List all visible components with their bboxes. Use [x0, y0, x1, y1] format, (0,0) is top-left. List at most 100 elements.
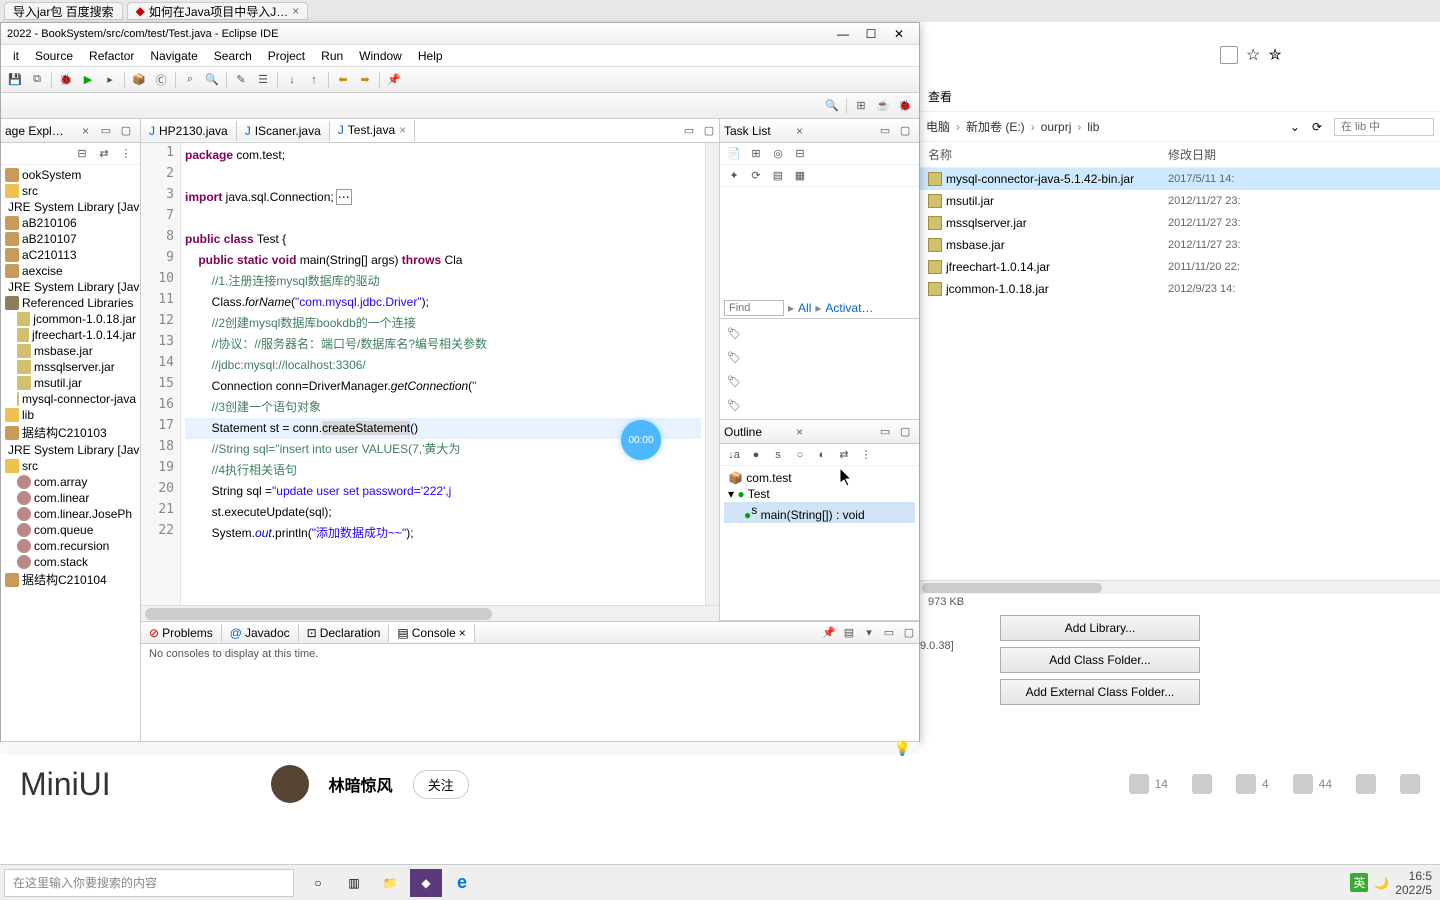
file-row[interactable]: mysql-connector-java-5.1.42-bin.jar2017/… — [920, 168, 1440, 190]
tab-javadoc[interactable]: @Javadoc — [222, 624, 299, 642]
minimize-icon[interactable]: ▭ — [879, 623, 899, 643]
chevron-right-icon[interactable]: ▸ — [815, 301, 821, 315]
maximize-icon[interactable]: ▢ — [899, 623, 919, 643]
close-icon[interactable]: × — [399, 123, 406, 137]
scrollbar-horizontal[interactable] — [141, 605, 719, 621]
tree-package[interactable]: com.queue — [1, 522, 140, 538]
tree-jre[interactable]: JRE System Library [Java — [1, 442, 140, 458]
tip-bulb-icon[interactable]: 💡 — [894, 740, 911, 757]
outline-tab[interactable]: Outline — [724, 425, 793, 439]
debug-perspective-icon[interactable]: 🐞 — [895, 96, 915, 116]
tray-date[interactable]: 2022/5 — [1395, 883, 1432, 897]
next-annotation-icon[interactable]: ↓ — [282, 70, 302, 90]
quick-access-icon[interactable]: 🔍 — [822, 96, 842, 116]
tree-jar[interactable]: msutil.jar — [1, 375, 140, 391]
close-icon[interactable]: × — [459, 626, 466, 640]
back-icon[interactable]: ⬅ — [333, 70, 353, 90]
pin-console-icon[interactable]: 📌 — [819, 623, 839, 643]
tasklist-activate-link[interactable]: Activat… — [825, 301, 873, 315]
maximize-icon[interactable]: ▢ — [895, 121, 915, 141]
open-type-icon[interactable]: ⌕ — [180, 70, 200, 90]
fe-view-menu[interactable]: 查看 — [928, 88, 952, 105]
tab-declaration[interactable]: ⊡Declaration — [299, 624, 390, 642]
view-tab-label[interactable]: age Expl… — [5, 124, 79, 138]
tag-icon[interactable]: 🏷 — [724, 323, 744, 343]
tag-icon[interactable]: 🏷 — [724, 371, 744, 391]
comment-button[interactable]: 4 — [1236, 774, 1269, 794]
collapse-all-icon[interactable]: ⊟ — [72, 144, 92, 164]
minimize-icon[interactable]: ▭ — [875, 422, 895, 442]
tag-icon[interactable]: 🏷 — [724, 395, 744, 415]
title-bar[interactable]: 2022 - BookSystem/src/com/test/Test.java… — [1, 23, 919, 45]
app-icon[interactable]: ◆ — [410, 869, 442, 897]
categorize-icon[interactable]: ⊞ — [746, 144, 766, 164]
minimize-button[interactable]: — — [829, 25, 857, 43]
view-icon[interactable]: ▤ — [768, 166, 788, 186]
save-all-icon[interactable]: ⧉ — [27, 70, 47, 90]
package-tree[interactable]: ookSystem src JRE System Library [Java a… — [1, 165, 140, 741]
line-gutter[interactable]: 1 2 3 7 8 9 10 11 12 13 14 15 16 — [141, 143, 181, 605]
tree-project[interactable]: aexcise — [1, 263, 140, 279]
menu-refactor[interactable]: Refactor — [81, 47, 142, 65]
new-class-icon[interactable]: Ⓒ — [151, 70, 171, 90]
file-row[interactable]: msbase.jar2012/11/27 23: — [920, 234, 1440, 256]
menu-help[interactable]: Help — [410, 47, 451, 65]
tasklist-tab[interactable]: Task List — [724, 124, 793, 138]
file-row[interactable]: msutil.jar2012/11/27 23: — [920, 190, 1440, 212]
editor-tab[interactable]: JIScaner.java — [237, 121, 330, 141]
sync-icon[interactable]: ⟳ — [746, 166, 766, 186]
star-outline-icon[interactable]: ☆ — [1246, 45, 1260, 65]
outline-package[interactable]: 📦 com.test — [724, 470, 915, 486]
author-name[interactable]: 林暗惊风 — [329, 772, 393, 796]
tree-project[interactable]: aB210106 — [1, 215, 140, 231]
follow-button[interactable]: 关注 — [413, 770, 469, 799]
toggle-mark-icon[interactable]: ✎ — [231, 70, 251, 90]
tree-jar[interactable]: jfreechart-1.0.14.jar — [1, 327, 140, 343]
author-avatar[interactable] — [271, 765, 309, 803]
close-icon[interactable]: × — [793, 425, 806, 439]
coin-button[interactable] — [1356, 774, 1376, 794]
tasklist-find-input[interactable] — [724, 300, 784, 316]
hide-local-icon[interactable]: ◐ — [812, 445, 832, 465]
outline-method[interactable]: ●s main(String[]) : void — [724, 502, 915, 523]
tree-lib[interactable]: lib — [1, 407, 140, 423]
maximize-icon[interactable]: ▢ — [699, 121, 719, 141]
editor-tab[interactable]: JHP2130.java — [141, 121, 237, 141]
collapse-icon[interactable]: ⊟ — [790, 144, 810, 164]
chevron-down-icon[interactable]: ⌄ — [1290, 120, 1300, 134]
tree-package[interactable]: com.linear — [1, 490, 140, 506]
breadcrumb-drive[interactable]: 新加卷 (E:) — [966, 118, 1025, 135]
open-perspective-icon[interactable]: ⊞ — [851, 96, 871, 116]
close-button[interactable]: ✕ — [885, 25, 913, 43]
hide-nonpublic-icon[interactable]: ○ — [790, 445, 810, 465]
tree-project[interactable]: aB210107 — [1, 231, 140, 247]
add-external-class-folder-button[interactable]: Add External Class Folder... — [1000, 679, 1200, 705]
tasklist-all-link[interactable]: All — [798, 301, 811, 315]
chevron-right-icon[interactable]: ▸ — [788, 301, 794, 315]
focus-icon[interactable]: ◎ — [768, 144, 788, 164]
prev-annotation-icon[interactable]: ↑ — [304, 70, 324, 90]
view-menu-icon[interactable]: ⋮ — [116, 144, 136, 164]
editor-tab-active[interactable]: JTest.java× — [330, 120, 415, 142]
save-icon[interactable]: 💾 — [5, 70, 25, 90]
tree-package[interactable]: com.linear.JosePh — [1, 506, 140, 522]
tree-project[interactable]: aC210113 — [1, 247, 140, 263]
hide-static-icon[interactable]: s — [768, 445, 788, 465]
task-view-icon[interactable]: ▥ — [338, 869, 370, 897]
tray-time[interactable]: 16:5 — [1395, 869, 1432, 883]
tree-package[interactable]: com.recursion — [1, 538, 140, 554]
night-mode-icon[interactable]: 🌙 — [1374, 876, 1389, 890]
close-icon[interactable]: × — [79, 124, 92, 138]
search-icon[interactable]: 🔍 — [202, 70, 222, 90]
dislike-button[interactable] — [1192, 774, 1212, 794]
edge-icon[interactable]: e — [446, 869, 478, 897]
tab-problems[interactable]: ⊘Problems — [141, 624, 222, 642]
column-header-date[interactable]: 修改日期 — [1160, 142, 1440, 167]
minimize-icon[interactable]: ▭ — [679, 121, 699, 141]
tree-project[interactable]: 据结构C210103 — [1, 423, 140, 442]
forward-icon[interactable]: ➡ — [355, 70, 375, 90]
open-console-icon[interactable]: ▾ — [859, 623, 879, 643]
pin-editor-icon[interactable]: 📌 — [384, 70, 404, 90]
menu-window[interactable]: Window — [351, 47, 410, 65]
folded-marker[interactable]: ⋯ — [336, 189, 352, 205]
